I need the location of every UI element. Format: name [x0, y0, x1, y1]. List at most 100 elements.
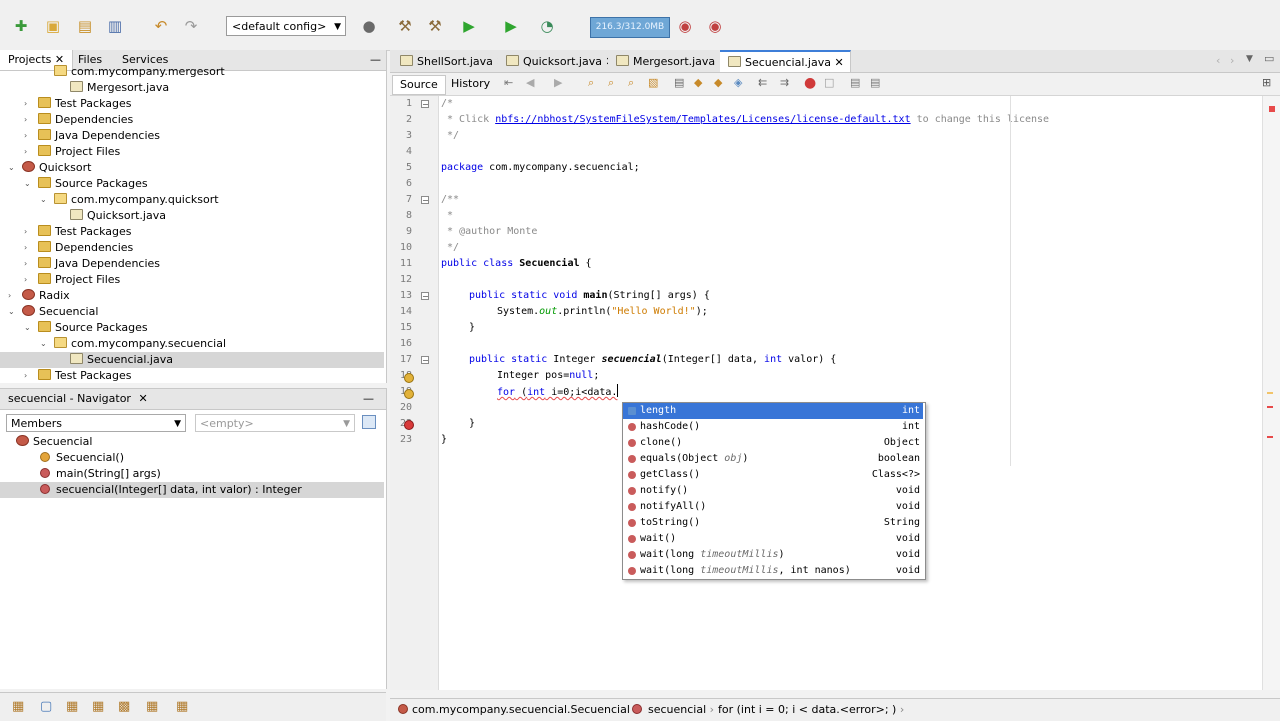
comment-icon[interactable]: ▤	[850, 76, 860, 89]
config-dropdown[interactable]: <default config> ▼	[226, 16, 346, 36]
show-opened-icon[interactable]: ▼	[1246, 54, 1253, 64]
expand-icon[interactable]: ›	[24, 112, 34, 128]
collapse-icon[interactable]: ⌄	[40, 336, 50, 352]
find-next-icon[interactable]: ⌕	[628, 76, 634, 90]
find-icon[interactable]: ⌕	[588, 76, 594, 90]
toggle-highlight-icon[interactable]: ▧	[648, 76, 658, 89]
back-icon[interactable]: ◀	[526, 76, 534, 89]
error-mark[interactable]	[1267, 406, 1273, 408]
fold-toggle-icon[interactable]: −	[421, 356, 429, 365]
save-all-icon[interactable]: ▥	[104, 16, 126, 36]
tree-item[interactable]: Mergesort.java	[70, 80, 376, 96]
breadcrumb-for[interactable]: for (int i = 0; i < data.<error>; ) ›	[718, 702, 904, 718]
nav-item-constructor[interactable]: Secuencial()	[40, 450, 380, 466]
expand-icon[interactable]: ›	[24, 224, 34, 240]
filter-options-icon[interactable]	[362, 415, 376, 429]
code-editor[interactable]: /* * Click nbfs://nbhost/SystemFileSyste…	[439, 96, 1269, 690]
license-link[interactable]: nbfs://nbhost/SystemFileSystem/Templates…	[495, 114, 910, 125]
completion-item[interactable]: wait() void	[623, 531, 923, 547]
fold-toggle-icon[interactable]: −	[421, 292, 429, 301]
tree-item[interactable]: › Java Dependencies	[24, 128, 376, 144]
memory-indicator[interactable]: 216.3/312.0MB	[590, 17, 670, 38]
source-tab[interactable]: Source	[392, 75, 446, 95]
uncomment-icon[interactable]: ▤	[870, 76, 880, 89]
code-completion-popup[interactable]: length int hashCode() int clone() Object equal…	[622, 402, 926, 580]
expand-icon[interactable]: ›	[24, 240, 34, 256]
tree-item[interactable]: Quicksort.java	[70, 208, 376, 224]
shift-left-icon[interactable]: ⇇	[758, 76, 767, 89]
build-hammer-icon[interactable]: ⚒	[394, 16, 416, 36]
nonpublic-icon[interactable]: ▩	[118, 699, 130, 714]
find-prev-icon[interactable]: ⌕	[608, 76, 614, 90]
expand-icon[interactable]: ›	[24, 272, 34, 288]
filter-dropdown[interactable]: <empty> ▼	[195, 414, 355, 432]
record-macro-icon[interactable]: ●	[804, 75, 816, 91]
collapse-icon[interactable]: ⌄	[8, 304, 18, 320]
completion-item[interactable]: wait(long timeoutMillis, int nanos) void	[623, 563, 923, 579]
nav-item-main[interactable]: main(String[] args)	[40, 466, 380, 482]
tree-item[interactable]: › Test Packages	[24, 96, 376, 112]
debug-icon[interactable]: ▶	[500, 16, 522, 36]
tree-item[interactable]: › Radix	[8, 288, 376, 304]
collapse-icon[interactable]: ⌄	[24, 320, 34, 336]
run-icon[interactable]: ▶	[458, 16, 480, 36]
fields-icon[interactable]: ▢	[40, 699, 52, 714]
history-tab[interactable]: History	[444, 75, 497, 93]
prev-bookmark-icon[interactable]: ◆	[694, 76, 702, 89]
filter-icon[interactable]: ▦	[12, 699, 24, 714]
warning-icon[interactable]	[404, 373, 414, 383]
last-edit-icon[interactable]: ⇤	[504, 76, 513, 89]
members-dropdown[interactable]: Members ▼	[6, 414, 186, 432]
tree-item[interactable]: › Test Packages	[24, 368, 376, 384]
fold-toggle-icon[interactable]: −	[421, 100, 429, 109]
tree-item[interactable]: › Dependencies	[24, 240, 376, 256]
shift-right-icon[interactable]: ⇉	[780, 76, 789, 89]
expand-icon[interactable]: ›	[24, 144, 34, 160]
tree-item[interactable]: › Test Packages	[24, 224, 376, 240]
completion-item[interactable]: hashCode() int	[623, 419, 923, 435]
breadcrumb-class[interactable]: com.mycompany.secuencial.Secuencial ›	[398, 702, 638, 718]
sort-alpha-icon[interactable]: ▦	[176, 699, 188, 714]
open-project-icon[interactable]: ▤	[74, 16, 96, 36]
hint-bulb-icon[interactable]	[404, 389, 414, 399]
completion-item[interactable]: notifyAll() void	[623, 499, 923, 515]
maximize-icon[interactable]: ▭	[1264, 52, 1274, 65]
error-icon[interactable]	[404, 420, 414, 430]
expand-icon[interactable]: ›	[24, 128, 34, 144]
breadcrumb-method[interactable]: secuencial ›	[632, 702, 714, 718]
toggle-bookmark-icon[interactable]: ◈	[734, 76, 742, 89]
tree-item[interactable]: › Project Files	[24, 144, 376, 160]
redo-icon[interactable]: ↷	[180, 16, 202, 36]
tree-item[interactable]: ⌄ Secuencial	[8, 304, 376, 320]
tree-item[interactable]: Secuencial.java	[0, 352, 384, 368]
tree-item[interactable]: ⌄ Source Packages	[24, 176, 376, 192]
error-stripe[interactable]	[1262, 96, 1280, 690]
tree-item[interactable]: › Project Files	[24, 272, 376, 288]
completion-item[interactable]: getClass() Class<?>	[623, 467, 923, 483]
scroll-left-icon[interactable]: ‹	[1216, 54, 1220, 67]
collapse-icon[interactable]: ⌄	[40, 192, 50, 208]
profiler-icon[interactable]: ◉	[704, 16, 726, 36]
expand-icon[interactable]: ›	[24, 368, 34, 384]
tab-secuencial[interactable]: Secuencial.java ✕	[720, 50, 851, 72]
tab-mergesort[interactable]: Mergesort.java ✕	[608, 52, 735, 72]
warning-mark[interactable]	[1267, 392, 1273, 394]
profile-icon[interactable]: ◔	[536, 16, 558, 36]
nav-item-secuencial[interactable]: secuencial(Integer[] data, int valor) : …	[0, 482, 384, 498]
collapse-icon[interactable]: ⌄	[8, 160, 18, 176]
collapse-icon[interactable]: ⌄	[24, 176, 34, 192]
expand-icon[interactable]: ›	[24, 256, 34, 272]
expand-icon[interactable]: ›	[8, 288, 18, 304]
tree-item[interactable]: ⌄ Quicksort	[8, 160, 376, 176]
scroll-right-icon[interactable]: ›	[1230, 54, 1234, 67]
tree-item[interactable]: ⌄ com.mycompany.quicksort	[40, 192, 376, 208]
new-project-icon[interactable]: ▣	[42, 16, 64, 36]
close-icon[interactable]: ✕	[138, 392, 147, 405]
fold-toggle-icon[interactable]: −	[421, 196, 429, 205]
tree-item[interactable]: › Dependencies	[24, 112, 376, 128]
tree-item[interactable]: ⌄ Source Packages	[24, 320, 376, 336]
next-bookmark-icon[interactable]: ◆	[714, 76, 722, 89]
completion-item[interactable]: equals(Object obj) boolean	[623, 451, 923, 467]
stop-macro-icon[interactable]: □	[824, 76, 834, 89]
undo-icon[interactable]: ↶	[150, 16, 172, 36]
